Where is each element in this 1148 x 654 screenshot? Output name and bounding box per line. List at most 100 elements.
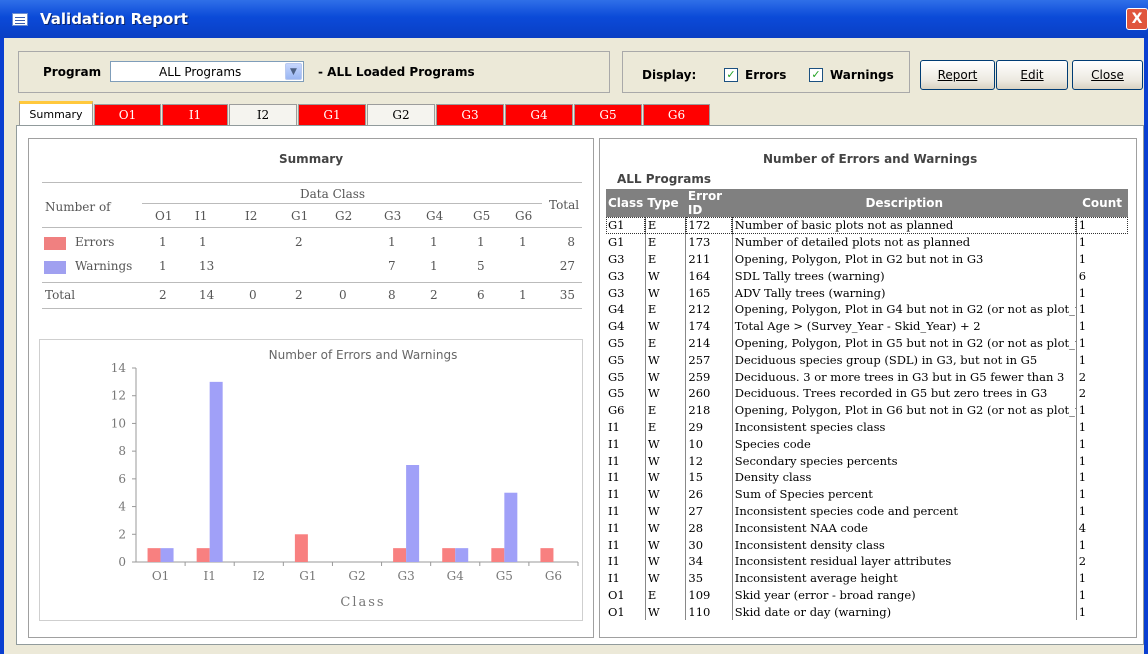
summary-cell: 14 (199, 288, 215, 302)
errors-checkbox[interactable]: ✓ (724, 68, 738, 82)
table-row[interactable]: G5 W 260 Deciduous. Trees recorded in G5 bu… (606, 384, 1128, 402)
description-cell: Number of basic plots not as planned (731, 217, 1077, 234)
class-cell: G1 (606, 217, 646, 234)
summary-cell: 2 (295, 235, 303, 249)
error-id-cell: 174 (685, 317, 733, 335)
description-cell: Secondary species percents (731, 452, 1077, 469)
warnings-checkbox-label: Warnings (830, 68, 894, 82)
table-row[interactable]: G1 E 173 Number of detailed plots not as pl… (606, 233, 1128, 251)
data-class-label: Data Class (300, 187, 366, 201)
count-cell: 1 (1075, 485, 1128, 503)
table-row[interactable]: I1 W 12 Secondary species percents 1 (606, 452, 1128, 469)
table-row[interactable]: I1 W 30 Inconsistent density class 1 (606, 536, 1128, 553)
class-cell: I1 (608, 503, 620, 518)
tab-i1[interactable]: I1 (162, 104, 228, 126)
table-row[interactable]: I1 W 15 Density class 1 (606, 468, 1128, 486)
error-id-cell: 164 (685, 267, 733, 285)
table-row[interactable]: G4 E 212 Opening, Polygon, Plot in G4 but n… (606, 300, 1128, 318)
table-row[interactable]: I1 E 29 Inconsistent species class 1 (606, 418, 1128, 436)
table-row[interactable]: G1 E 172 Number of basic plots not as plann… (606, 217, 1128, 234)
table-row[interactable]: I1 W 10 Species code 1 (606, 435, 1128, 453)
summary-cell: 8 (388, 288, 396, 302)
class-header: G5 (473, 209, 491, 223)
type-cell: W (644, 435, 686, 453)
summary-cell: 7 (388, 259, 396, 273)
title-bar[interactable]: Validation Report X (0, 0, 1148, 38)
table-row[interactable]: I1 W 28 Inconsistent NAA code 4 (606, 519, 1128, 537)
description-cell: Skid year (error - broad range) (731, 586, 1077, 604)
column-header-description[interactable]: Description (732, 189, 1077, 217)
error-id-cell: 109 (685, 586, 733, 604)
edit-button[interactable]: Edit (996, 60, 1068, 90)
bar-errors (294, 534, 308, 562)
table-row[interactable]: I1 W 34 Inconsistent residual layer attribu… (606, 552, 1128, 570)
tab-i2[interactable]: I2 (229, 104, 297, 126)
table-row[interactable]: G4 W 174 Total Age > (Survey_Year - Skid_Ye… (606, 317, 1128, 335)
count-cell: 2 (1075, 552, 1128, 570)
description-cell: SDL Tally trees (warning) (731, 267, 1077, 285)
count-cell: 1 (1075, 418, 1128, 436)
table-row[interactable]: G3 W 164 SDL Tally trees (warning) 6 (606, 267, 1128, 285)
column-header-error-id[interactable]: Error ID (685, 189, 733, 217)
bar-errors (393, 548, 407, 562)
table-row[interactable]: G5 W 259 Deciduous. 3 or more trees in G3 b… (606, 368, 1128, 385)
bar-errors (196, 548, 210, 562)
summary-cell: 1 (159, 235, 167, 249)
chevron-down-icon[interactable]: ▼ (285, 63, 302, 80)
tab-label: G5 (599, 108, 617, 122)
type-cell: W (644, 502, 686, 520)
number-of-label: Number of (45, 200, 111, 214)
error-id-cell: 260 (685, 384, 733, 402)
tab-o1[interactable]: O1 (94, 104, 161, 126)
column-header-type[interactable]: Type (645, 189, 686, 217)
count-cell: 1 (1075, 334, 1128, 352)
table-row[interactable]: O1 W 110 Skid date or day (warning) 1 (606, 603, 1128, 621)
table-row[interactable]: G6 E 218 Opening, Polygon, Plot in G6 but n… (606, 401, 1128, 419)
class-cell: G3 (608, 251, 625, 266)
error-id-cell: 165 (685, 284, 733, 301)
class-header: I2 (245, 209, 258, 223)
table-row[interactable]: I1 W 26 Sum of Species percent 1 (606, 485, 1128, 503)
program-select[interactable]: ALL Programs ▼ (110, 61, 304, 82)
x-tick-label: G1 (299, 569, 316, 583)
type-cell: W (644, 485, 686, 503)
count-cell: 6 (1075, 267, 1128, 285)
row-label: Errors (75, 235, 115, 249)
table-row[interactable]: G5 W 257 Deciduous species group (SDL) in G… (606, 351, 1128, 369)
warnings-checkbox[interactable]: ✓ (809, 68, 823, 82)
class-cell: G3 (608, 285, 625, 300)
tab-g3[interactable]: G3 (436, 104, 504, 126)
type-cell: E (644, 300, 686, 318)
type-cell: W (644, 519, 686, 537)
summary-cell: 1 (430, 259, 438, 273)
table-row[interactable]: I1 W 27 Inconsistent species code and perce… (606, 502, 1128, 520)
report-button[interactable]: Report (920, 60, 995, 90)
count-cell: 1 (1075, 300, 1128, 318)
column-header-count[interactable]: Count (1076, 189, 1128, 217)
divider (42, 308, 582, 309)
tab-g2[interactable]: G2 (367, 104, 435, 126)
window-close-button[interactable]: X (1126, 8, 1148, 30)
summary-total-cell: 27 (559, 259, 575, 273)
description-cell: Opening, Polygon, Plot in G6 but not in … (731, 401, 1077, 419)
total-header: Total (549, 198, 580, 212)
close-button[interactable]: Close (1072, 60, 1143, 90)
table-row[interactable]: I1 W 35 Inconsistent average height 1 (606, 569, 1128, 587)
tab-summary[interactable]: Summary (19, 101, 93, 126)
count-cell: 1 (1075, 536, 1128, 553)
table-row[interactable]: G3 E 211 Opening, Polygon, Plot in G2 but n… (606, 250, 1128, 268)
table-row[interactable]: G3 W 165 ADV Tally trees (warning) 1 (606, 284, 1128, 301)
description-cell: Inconsistent density class (731, 536, 1077, 553)
tab-g4[interactable]: G4 (505, 104, 573, 126)
errors-table-body: G1 E 172 Number of basic plots not as plann… (606, 217, 1128, 621)
class-cell: I1 (608, 554, 620, 569)
type-cell: W (644, 552, 686, 570)
tab-g5[interactable]: G5 (574, 104, 642, 126)
table-row[interactable]: O1 E 109 Skid year (error - broad range) 1 (606, 586, 1128, 604)
column-header-class[interactable]: Class (606, 189, 646, 217)
type-cell: E (644, 217, 686, 234)
summary-cell: 1 (519, 288, 527, 302)
tab-g6[interactable]: G6 (643, 104, 710, 126)
tab-g1[interactable]: G1 (298, 104, 366, 126)
table-row[interactable]: G5 E 214 Opening, Polygon, Plot in G5 but n… (606, 334, 1128, 352)
